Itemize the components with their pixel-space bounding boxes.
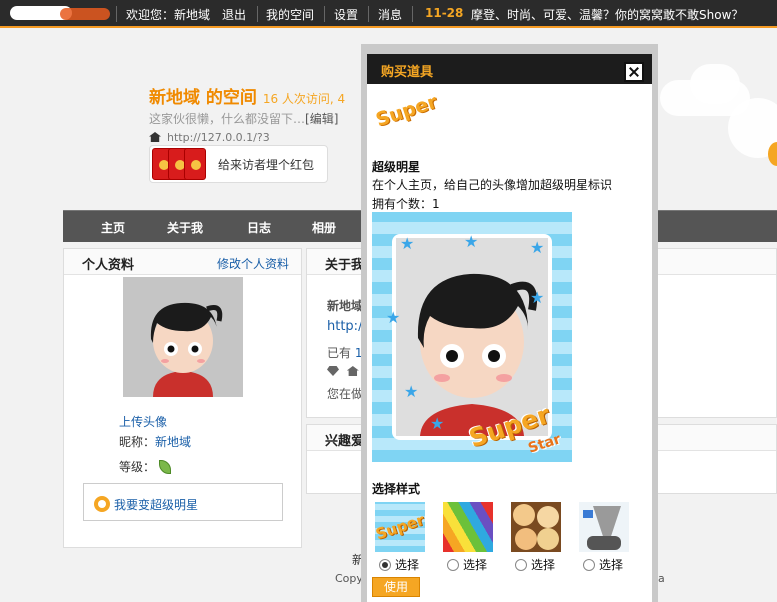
- sun-decoration: [768, 142, 777, 166]
- edit-profile-link[interactable]: 修改个人资料: [217, 255, 289, 272]
- divider: [257, 6, 258, 22]
- nickname-label: 昵称：: [119, 435, 156, 449]
- about-heading: 关于我: [325, 258, 365, 273]
- star-icon: ★: [400, 234, 415, 253]
- star-icon: ★: [530, 288, 545, 307]
- space-description: 这家伙很懒，什么都没留下…[编辑]: [149, 110, 338, 127]
- style-option-2[interactable]: 选择: [447, 556, 487, 573]
- space-desc-text: 这家伙很懒，什么都没留下…: [149, 112, 306, 126]
- footer-tail: a: [658, 572, 665, 585]
- choose-label: 选择: [599, 558, 624, 572]
- profile-panel: 个人资料 修改个人资料 上传头像 昵称：新地域 等级： 我要变超级明星: [63, 248, 302, 548]
- nav-about[interactable]: 关于我: [167, 219, 203, 236]
- divider: [116, 6, 117, 22]
- cloud-decoration: [690, 64, 740, 104]
- edit-desc-link[interactable]: [编辑]: [305, 112, 338, 126]
- about-status: 您在做: [327, 387, 364, 401]
- red-packet-label: 给来访者埋个红包: [218, 158, 315, 172]
- messages-link[interactable]: 消息: [378, 6, 402, 23]
- space-url: http://127.0.0.1/?3: [149, 131, 270, 144]
- home-icon: [149, 132, 161, 142]
- about-count-row: 已有 1: [327, 344, 362, 361]
- radio-button[interactable]: [379, 559, 391, 571]
- footer-copyright: Copy: [335, 572, 363, 585]
- divider: [368, 6, 369, 22]
- dialog-header: 购买道具: [367, 54, 652, 84]
- item-description: 在个人主页，给自己的头像增加超级明星标识: [372, 178, 613, 192]
- style-thumb-tornado[interactable]: [579, 502, 629, 552]
- level-row: 等级：: [119, 458, 172, 475]
- use-button[interactable]: 使用: [372, 577, 420, 597]
- superstar-preview: ★ ★ ★ ★ ★ ★ ★ Super Star: [372, 212, 572, 462]
- about-icons-row: [327, 365, 359, 379]
- become-superstar-label: 我要变超级明星: [114, 498, 199, 512]
- owned-count: 拥有个数：1: [372, 197, 440, 211]
- logout-link[interactable]: 退出: [222, 6, 246, 23]
- level-leaf-icon: [159, 460, 172, 474]
- thumb-super-text: Super: [375, 510, 425, 544]
- dialog-title: 购买道具: [381, 65, 434, 80]
- star-icon: ★: [404, 382, 419, 401]
- divider: [324, 6, 325, 22]
- style-option-1[interactable]: 选择: [379, 556, 419, 573]
- nav-blog[interactable]: 日志: [247, 219, 271, 236]
- avatar[interactable]: [123, 277, 243, 397]
- profile-panel-header: 个人资料 修改个人资料: [64, 249, 301, 275]
- style-option-3[interactable]: 选择: [515, 556, 555, 573]
- divider: [412, 6, 413, 22]
- nav-home[interactable]: 主页: [101, 219, 125, 236]
- star-icon: ★: [464, 232, 479, 251]
- style-option-4[interactable]: 选择: [583, 556, 623, 573]
- close-icon[interactable]: [624, 62, 644, 82]
- my-space-link[interactable]: 我的空间: [266, 6, 314, 23]
- choose-style-heading: 选择样式: [372, 482, 421, 496]
- style-thumb-super[interactable]: Super: [375, 502, 425, 552]
- interest-heading: 兴趣爱: [325, 434, 365, 449]
- welcome-text: 欢迎您：新地域: [126, 8, 211, 22]
- about-count-label: 已有: [327, 346, 352, 360]
- profile-heading: 个人资料: [82, 258, 135, 273]
- choose-label: 选择: [395, 558, 420, 572]
- radio-button[interactable]: [583, 559, 595, 571]
- top-bar: 欢迎您：新地域 退出 我的空间 设置 消息 11-28 摩登、时尚、可爱、温馨？…: [0, 0, 777, 28]
- super-logo-image: Super: [373, 91, 445, 140]
- super-logo-text: Super: [373, 90, 440, 132]
- house-icon: [346, 366, 359, 376]
- star-icon: ★: [430, 414, 445, 433]
- style-thumb-faces[interactable]: [511, 502, 561, 552]
- nav-album[interactable]: 相册: [312, 219, 336, 236]
- superstar-icon: [94, 496, 110, 512]
- radio-button[interactable]: [515, 559, 527, 571]
- slogan-text: 摩登、时尚、可爱、温馨？你的窝窝敢不敢Show？: [471, 8, 744, 22]
- space-url-text[interactable]: http://127.0.0.1/?3: [167, 131, 270, 144]
- star-icon: ★: [386, 308, 401, 327]
- choose-label: 选择: [531, 558, 556, 572]
- upload-avatar-link[interactable]: 上传头像: [119, 413, 167, 430]
- about-name: 新地域: [327, 299, 364, 313]
- nickname-link[interactable]: 新地域: [155, 435, 191, 449]
- space-title: 新地域 的空间 16 人次访问, 4: [149, 83, 345, 108]
- level-label: 等级：: [119, 460, 156, 474]
- space-title-text[interactable]: 新地域 的空间: [149, 88, 257, 108]
- become-superstar-button[interactable]: 我要变超级明星: [83, 483, 283, 521]
- radio-button[interactable]: [447, 559, 459, 571]
- star-icon: ★: [530, 238, 545, 257]
- date-text: 11-28: [425, 6, 464, 20]
- site-logo[interactable]: [2, 4, 110, 24]
- settings-link[interactable]: 设置: [334, 6, 358, 23]
- nickname-row: 昵称：新地域: [119, 433, 191, 450]
- choose-label: 选择: [463, 558, 488, 572]
- red-packet-button[interactable]: 给来访者埋个红包: [149, 145, 328, 183]
- visit-count: 16 人次访问, 4: [262, 92, 346, 106]
- buy-item-dialog: 购买道具 Super 超级明星 在个人主页，给自己的头像增加超级明星标识 拥有个…: [367, 54, 652, 602]
- red-envelope-icon: [152, 148, 208, 182]
- about-url[interactable]: http:/: [327, 319, 362, 334]
- diamond-icon: [327, 366, 339, 376]
- style-thumb-rainbow[interactable]: [443, 502, 493, 552]
- item-name: 超级明星: [372, 160, 421, 174]
